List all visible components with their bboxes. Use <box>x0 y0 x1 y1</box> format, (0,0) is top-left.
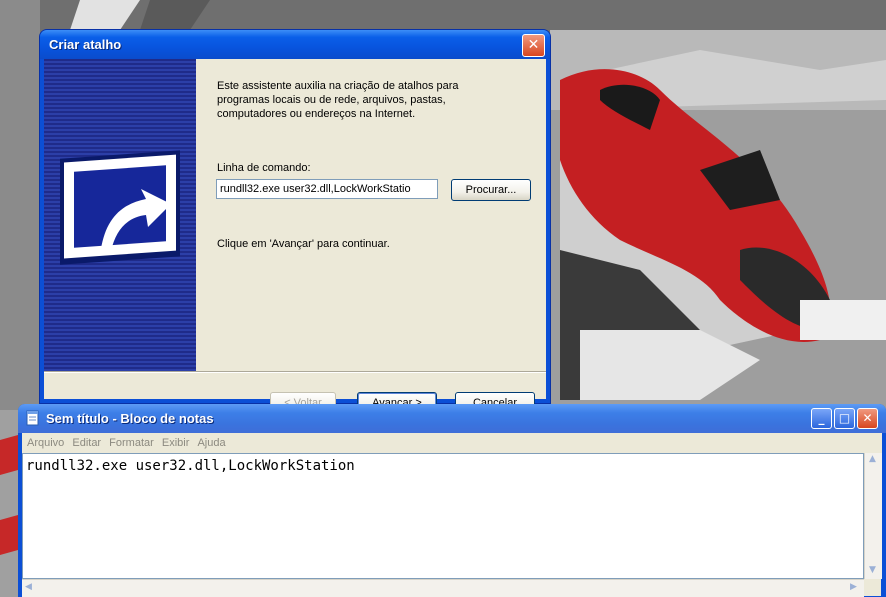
scroll-right-icon[interactable]: ▶ <box>850 582 857 592</box>
continue-instruction: Clique em 'Avançar' para continuar. <box>217 238 390 250</box>
create-shortcut-dialog: Criar atalho ✕ Este assistente auxilia n… <box>40 30 550 414</box>
dialog-close-button[interactable]: ✕ <box>522 34 545 57</box>
menu-formatar[interactable]: Formatar <box>109 433 154 453</box>
menu-exibir[interactable]: Exibir <box>162 433 190 453</box>
vertical-scrollbar[interactable]: ▲ ▼ <box>864 453 882 579</box>
wizard-content: Este assistente auxilia na criação de at… <box>217 79 537 121</box>
maximize-button[interactable]: □ <box>834 408 855 429</box>
notepad-text-area[interactable]: rundll32.exe user32.dll,LockWorkStation <box>22 453 864 579</box>
resize-grip-icon[interactable] <box>864 579 881 596</box>
menu-ajuda[interactable]: Ajuda <box>197 433 225 453</box>
shortcut-arrow-icon <box>60 150 180 265</box>
horizontal-scrollbar[interactable]: ◀ ▶ <box>22 579 864 597</box>
dialog-titlebar[interactable]: Criar atalho ✕ <box>40 30 550 59</box>
notepad-menubar: Arquivo Editar Formatar Exibir Ajuda <box>22 433 882 453</box>
notepad-app-icon[interactable] <box>25 410 41 426</box>
wizard-side-panel <box>44 59 196 371</box>
menu-editar[interactable]: Editar <box>72 433 101 453</box>
browse-button[interactable]: Procurar... <box>451 179 531 201</box>
command-line-input[interactable]: rundll32.exe user32.dll,LockWorkStatio <box>216 179 438 199</box>
dialog-title: Criar atalho <box>49 37 122 52</box>
dialog-body: Este assistente auxilia na criação de at… <box>44 59 546 414</box>
minimize-button[interactable]: _ <box>811 408 832 429</box>
notepad-title: Sem título - Bloco de notas <box>46 411 214 426</box>
notepad-close-button[interactable]: ✕ <box>857 408 878 429</box>
scroll-left-icon[interactable]: ◀ <box>25 582 32 592</box>
dialog-divider <box>44 371 546 373</box>
scroll-down-icon[interactable]: ▼ <box>869 565 876 575</box>
command-line-label: Linha de comando: <box>217 162 311 174</box>
notepad-titlebar[interactable]: Sem título - Bloco de notas _ □ ✕ <box>18 404 886 433</box>
menu-arquivo[interactable]: Arquivo <box>27 433 64 453</box>
wizard-description: Este assistente auxilia na criação de at… <box>217 80 459 120</box>
notepad-window: Sem título - Bloco de notas _ □ ✕ Arquiv… <box>18 404 886 597</box>
scroll-up-icon[interactable]: ▲ <box>869 454 876 464</box>
